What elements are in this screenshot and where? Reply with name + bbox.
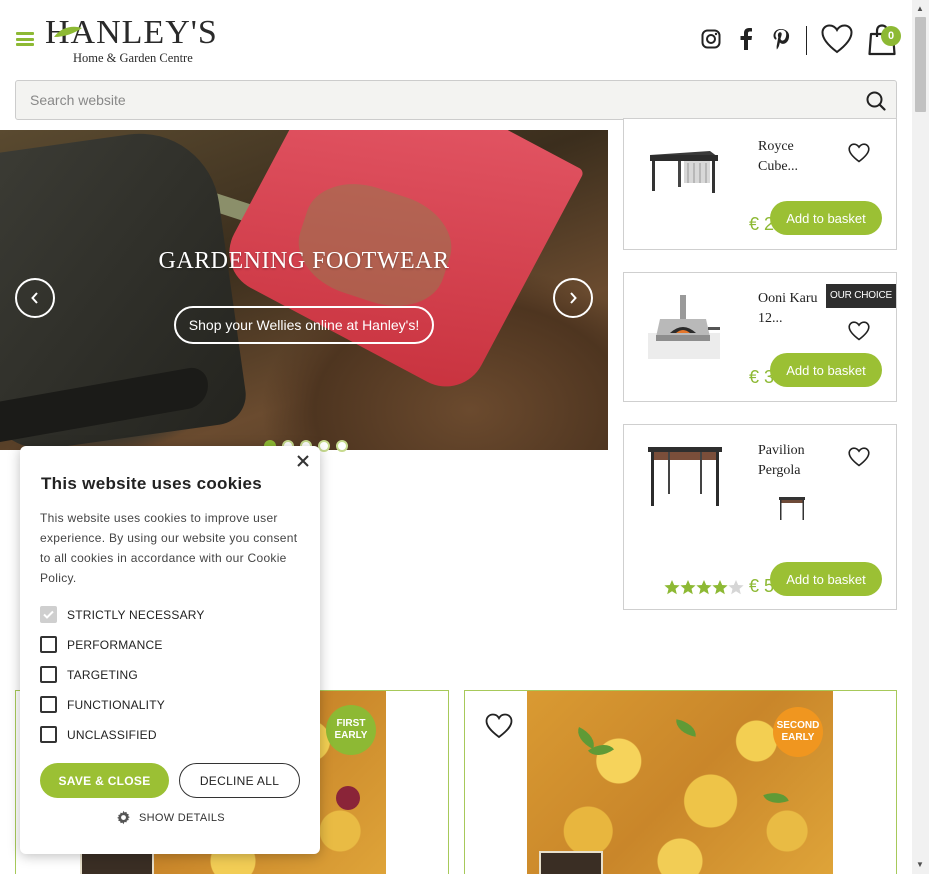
product-name[interactable]: Pavilion Pergola	[758, 441, 828, 481]
logo-tagline: Home & Garden Centre	[73, 51, 193, 65]
promo-label-card	[539, 851, 603, 874]
cookie-option-label: PERFORMANCE	[67, 637, 163, 652]
cookie-option-functionality[interactable]: FUNCTIONALITY	[40, 696, 165, 713]
checkbox[interactable]	[40, 666, 57, 683]
carousel-dot[interactable]	[336, 440, 348, 452]
cookie-description: This website uses cookies to improve use…	[40, 511, 298, 585]
wishlist-heart-icon[interactable]	[821, 24, 853, 59]
facebook-icon[interactable]	[734, 27, 758, 51]
checkbox[interactable]	[40, 636, 57, 653]
search-bar	[15, 80, 897, 120]
promo-label-card	[80, 851, 154, 874]
cookie-option-label: STRICTLY NECESSARY	[67, 607, 205, 622]
product-image-gazebo	[650, 151, 718, 193]
carousel-prev-chevron-icon[interactable]	[15, 278, 55, 318]
rating-stars	[664, 579, 746, 597]
star-icon	[664, 580, 680, 595]
cookie-title: This website uses cookies	[41, 474, 263, 493]
cookie-option-label: UNCLASSIFIED	[67, 727, 157, 742]
add-to-basket-button[interactable]: Add to basket	[770, 562, 882, 596]
site-logo[interactable]: HANLEY'S Home & Garden Centre	[45, 14, 235, 66]
decline-all-button[interactable]: DECLINE ALL	[179, 763, 300, 798]
wishlist-heart-icon[interactable]	[848, 321, 870, 346]
product-card[interactable]: Pavilion Pergola € 5 Add to basket	[623, 424, 897, 610]
wishlist-heart-icon[interactable]	[485, 713, 513, 744]
cookie-consent-dialog: This website uses cookies This website u…	[20, 446, 320, 854]
beetroot-decoration	[336, 786, 360, 810]
product-thumbnail-pergola	[779, 497, 805, 520]
checkbox-checked[interactable]	[40, 606, 57, 623]
cookie-option-targeting[interactable]: TARGETING	[40, 666, 138, 683]
promo-card[interactable]: SECOND EARLY	[464, 690, 897, 874]
show-details-link[interactable]: SHOW DETAILS	[116, 810, 225, 825]
wishlist-heart-icon[interactable]	[848, 143, 870, 168]
cookie-option-strictly-necessary[interactable]: STRICTLY NECESSARY	[40, 606, 205, 623]
first-early-badge: FIRST EARLY	[326, 705, 376, 755]
hero-title: GARDENING FOOTWEAR	[158, 248, 450, 274]
our-choice-badge: OUR CHOICE	[826, 284, 896, 308]
scroll-up-icon[interactable]: ▲	[916, 4, 924, 13]
scrollbar[interactable]: ▲ ▼	[912, 0, 929, 874]
product-image-pizza-oven	[648, 295, 720, 359]
header-divider	[806, 26, 807, 55]
close-icon[interactable]	[296, 454, 310, 473]
leaf-icon	[54, 26, 82, 37]
product-name[interactable]: Ooni Karu 12...	[758, 289, 828, 329]
cookie-option-performance[interactable]: PERFORMANCE	[40, 636, 163, 653]
second-early-badge: SECOND EARLY	[773, 707, 823, 757]
page: HANLEY'S Home & Garden Centre 0 Search w…	[0, 0, 929, 874]
scrollbar-thumb[interactable]	[915, 17, 926, 112]
product-name[interactable]: Royce Cube...	[758, 137, 828, 177]
search-input[interactable]	[16, 81, 856, 119]
save-and-close-button[interactable]: SAVE & CLOSE	[40, 763, 169, 798]
menu-icon[interactable]	[16, 32, 34, 46]
gear-icon	[117, 810, 130, 825]
search-icon[interactable]	[866, 91, 886, 116]
hero-carousel[interactable]: GARDENING FOOTWEAR Shop your Wellies onl…	[0, 130, 608, 450]
checkbox[interactable]	[40, 726, 57, 743]
site-header: HANLEY'S Home & Garden Centre 0	[0, 0, 912, 130]
checkbox[interactable]	[40, 696, 57, 713]
cookie-option-label: FUNCTIONALITY	[67, 697, 165, 712]
cookie-option-label: TARGETING	[67, 667, 138, 682]
product-card[interactable]: Royce Cube... € 2 Add to basket	[623, 118, 897, 250]
product-image-pergola	[648, 447, 722, 506]
pinterest-icon[interactable]	[769, 27, 793, 51]
cookie-option-unclassified[interactable]: UNCLASSIFIED	[40, 726, 157, 743]
add-to-basket-button[interactable]: Add to basket	[770, 353, 882, 387]
carousel-next-chevron-icon[interactable]	[553, 278, 593, 318]
add-to-basket-button[interactable]: Add to basket	[770, 201, 882, 235]
basket-count-badge: 0	[881, 26, 901, 46]
instagram-icon[interactable]	[699, 27, 723, 51]
wishlist-heart-icon[interactable]	[848, 447, 870, 472]
scroll-down-icon[interactable]: ▼	[916, 860, 924, 869]
show-details-label: SHOW DETAILS	[139, 811, 225, 824]
hero-cta-button[interactable]: Shop your Wellies online at Hanley's!	[174, 306, 434, 344]
